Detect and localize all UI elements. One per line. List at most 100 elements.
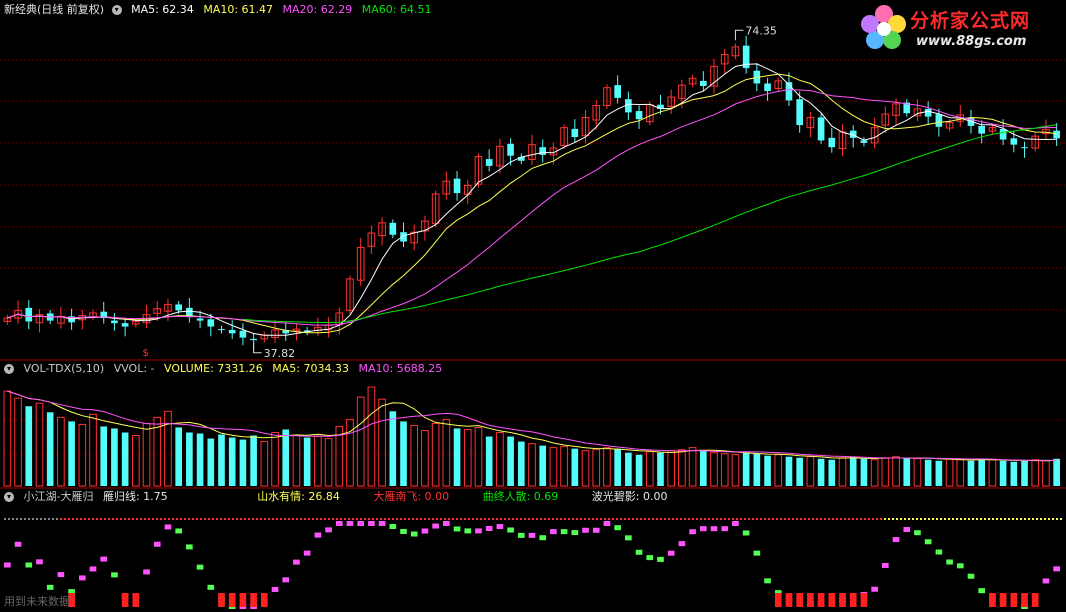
indicator-block [924,539,932,545]
indicator-block [892,537,900,543]
signal-dot [1036,518,1038,520]
volume-bar [988,459,997,487]
signal-dot [664,518,666,520]
signal-dot [92,518,94,520]
candle-body [796,99,803,126]
indicator-block [496,524,504,530]
indicator-block [753,550,761,556]
indicator-block [368,521,375,526]
candle-body [239,330,247,338]
volume-bar [463,428,472,487]
signal-dot [808,518,810,520]
volume-bar [967,460,975,486]
signal-dot [532,518,534,520]
signal-dot [104,518,106,520]
dropdown-toggle-icon[interactable]: ▾ [4,492,14,502]
signal-dot [680,518,682,520]
signal-dot [416,518,418,520]
candle-body [935,114,943,127]
signal-dot [20,518,22,520]
signal-dot [332,518,334,520]
signal-dot [444,518,446,520]
indicator-block [1053,566,1060,572]
volume-bar [517,441,525,486]
signal-dot [196,518,198,520]
signal-dot [832,518,834,520]
signal-dot [520,518,522,520]
indicator-block [582,527,589,533]
signal-dot [748,518,750,520]
signal-dot [524,518,526,520]
stock-name: 新经典(日线 前复权) [4,3,105,16]
indicator-block [175,528,182,534]
indicator-block [432,523,439,529]
signal-dot [152,518,154,520]
dropdown-toggle-icon[interactable]: ▾ [4,364,14,374]
signal-dot [156,518,158,520]
volume-bar [528,443,536,487]
volume-bar [999,460,1007,486]
price-panel-header: 新经典(日线 前复权) ▾ MA5: 62.34 MA10: 61.47 MA2… [4,2,437,18]
signal-dot [840,518,842,520]
volume-bar [581,450,590,487]
signal-dot [812,518,814,520]
signal-dot [168,518,170,520]
volume-bar [474,426,483,487]
signal-dot [212,518,214,520]
indicator-f5: 波光碧影: 0.00 [591,490,668,503]
indicator-block [346,521,354,526]
signal-dot [304,518,306,520]
volume-bar [806,456,815,487]
signal-dot [544,518,546,520]
dip-signal-bar [121,593,129,607]
volume-bar [410,424,419,487]
indicator-block [550,529,557,535]
signal-dot [284,518,286,520]
volume-bar [838,457,847,487]
signal-dot [296,518,298,520]
signal-dot [320,518,322,520]
dropdown-toggle-icon[interactable]: ▾ [111,5,122,15]
signal-dot [720,518,722,520]
signal-dot [292,518,294,520]
indicator-block [453,526,461,532]
indicator-block [592,527,600,533]
signal-dot [760,518,762,520]
volume-bar [1010,461,1018,486]
volume-bar [688,447,697,487]
dip-signal-bar [839,593,846,607]
volume-bar [710,452,718,487]
signal-dot [536,518,538,520]
dip-signal-bar [989,593,996,607]
signal-dot [704,518,706,520]
signal-dot [472,518,474,520]
volume-bar [720,453,729,487]
candle-body [1053,130,1060,139]
signal-dot [232,518,234,520]
signal-dot [228,518,230,520]
candle-body [250,338,257,341]
signal-dot [940,518,942,520]
volume-bar [956,459,965,487]
indicator-block [400,528,407,534]
signal-dot [860,518,862,520]
candle-body [924,108,932,117]
volume-bar [1053,458,1060,486]
candle-body [453,178,461,194]
signal-dot [928,518,930,520]
signal-dot [1052,518,1054,520]
volume-bar [1042,460,1050,487]
signal-dot [776,518,778,520]
indicator-block [635,549,643,555]
signal-dot [528,518,530,520]
signal-dot [652,518,654,520]
volume-bar [774,454,783,487]
signal-dot [852,518,854,520]
candle-body [699,80,707,86]
signal-dot [600,518,602,520]
dip-signal-bar [817,593,825,607]
indicator-f3: 大雁南飞: 0.00 [373,490,450,503]
indicator-block [742,530,750,536]
signal-dot [172,518,174,520]
signal-dot [752,518,754,520]
